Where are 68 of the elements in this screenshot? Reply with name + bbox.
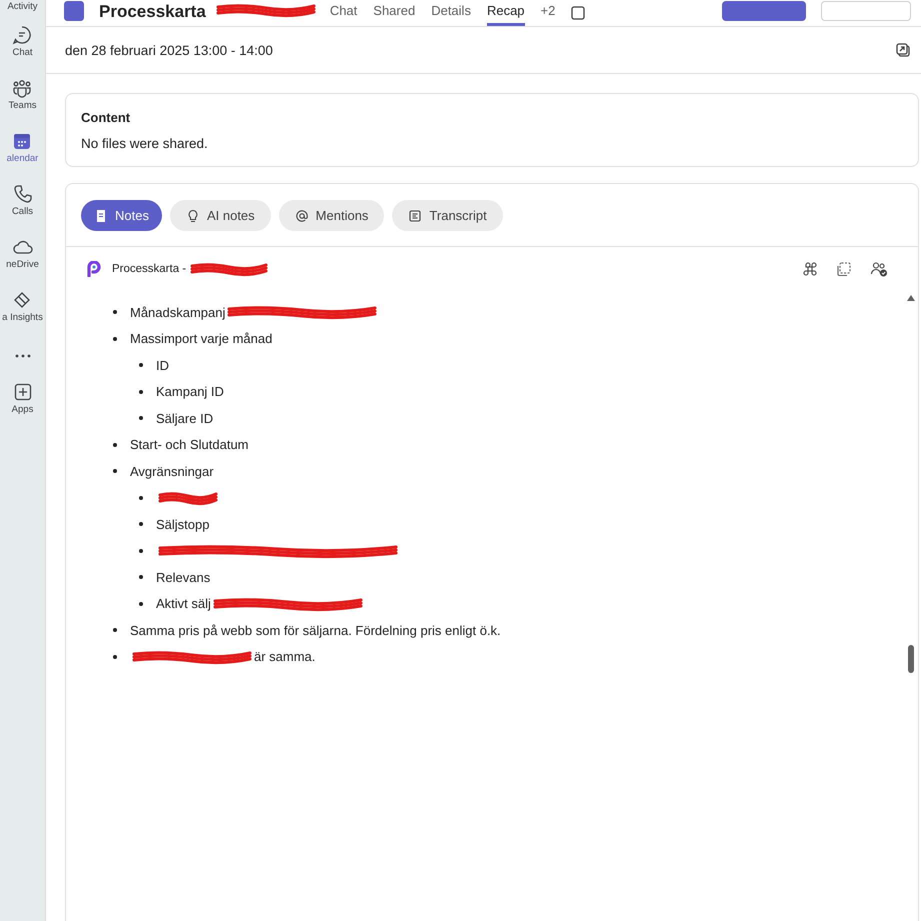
lightbulb-icon	[186, 208, 200, 222]
rail-label[interactable]: Teams	[8, 100, 36, 111]
rail-label[interactable]: alendar	[6, 153, 38, 164]
copy-icon[interactable]	[836, 261, 852, 277]
list-item: Aktivt sälj	[156, 596, 211, 612]
people-icon[interactable]	[12, 78, 32, 98]
list-item: Start- och Slutdatum	[130, 437, 248, 452]
pop-out-icon	[896, 43, 910, 57]
rail-label[interactable]: Activity	[7, 1, 38, 12]
bullet-icon	[139, 363, 143, 368]
list-item: Kampanj ID	[156, 384, 224, 400]
redaction-scribble	[158, 490, 218, 506]
tab[interactable]: Shared	[373, 3, 416, 26]
tab[interactable]: Details	[431, 3, 471, 26]
bullet-icon	[139, 496, 143, 500]
tab[interactable]: +2	[540, 3, 556, 26]
rail-label[interactable]: neDrive	[6, 259, 39, 270]
scroll-up-icon	[907, 295, 915, 301]
tab[interactable]: Notes	[81, 200, 162, 231]
bullet-icon	[113, 310, 117, 314]
rail-label[interactable]: Apps	[12, 404, 34, 415]
list-item: Massimport varje månad	[130, 331, 272, 346]
document-title: Processkarta -	[112, 263, 186, 275]
tab[interactable]: Mentions	[278, 200, 384, 231]
people-check-icon[interactable]	[870, 261, 888, 277]
loop-logo-icon	[86, 261, 102, 277]
insights-icon[interactable]	[12, 290, 32, 310]
window-icon	[571, 6, 586, 20]
list-item: är samma.	[254, 649, 316, 664]
list-item: Månadskampanj	[130, 304, 226, 320]
tab[interactable]: AI notes	[170, 200, 271, 231]
bullet-icon	[113, 442, 117, 447]
bullet-icon	[139, 416, 143, 420]
chat-icon[interactable]	[12, 25, 32, 45]
calendar-icon[interactable]	[12, 131, 32, 151]
list-item: Relevans	[156, 570, 210, 585]
list-item: Samma pris på webb som för säljarna. Fördelning pris enligt ö.k.	[130, 622, 501, 638]
list-item: ID	[156, 358, 169, 373]
bullet-icon	[113, 469, 117, 474]
tab[interactable]: Chat	[330, 3, 358, 26]
bullet-icon	[139, 548, 143, 553]
bullet-icon	[139, 602, 143, 606]
list-item: Säljstopp	[156, 516, 210, 532]
bullet-icon	[139, 390, 143, 394]
bullet-icon	[113, 654, 117, 659]
phone-icon[interactable]	[12, 184, 32, 204]
rail-label[interactable]: a Insights	[2, 312, 43, 323]
card-title: Content	[81, 110, 132, 125]
card-text: No files were shared.	[81, 136, 209, 151]
meeting-icon	[64, 1, 84, 21]
meeting-time: den 28 februari 2025 13:00 - 14:00	[65, 42, 273, 58]
meeting-title: Processkarta	[99, 2, 206, 22]
scrollbar-thumb[interactable]	[908, 645, 914, 673]
tab[interactable]: Recap	[486, 3, 525, 26]
rail-label[interactable]: Chat	[12, 47, 33, 58]
command-icon[interactable]	[802, 261, 818, 277]
list-item: Säljare ID	[156, 410, 214, 426]
notes-icon	[94, 208, 108, 222]
add-icon[interactable]	[12, 382, 32, 402]
at-icon	[294, 208, 309, 222]
tab[interactable]: Transcript	[392, 200, 503, 231]
bullet-icon	[113, 336, 117, 341]
bullet-icon	[139, 522, 143, 526]
rail-label[interactable]: Calls	[12, 206, 34, 217]
list-item: Avgränsningar	[130, 464, 214, 479]
bullet-icon	[113, 628, 117, 632]
bullet-icon	[139, 575, 143, 580]
transcript-icon	[408, 208, 422, 222]
